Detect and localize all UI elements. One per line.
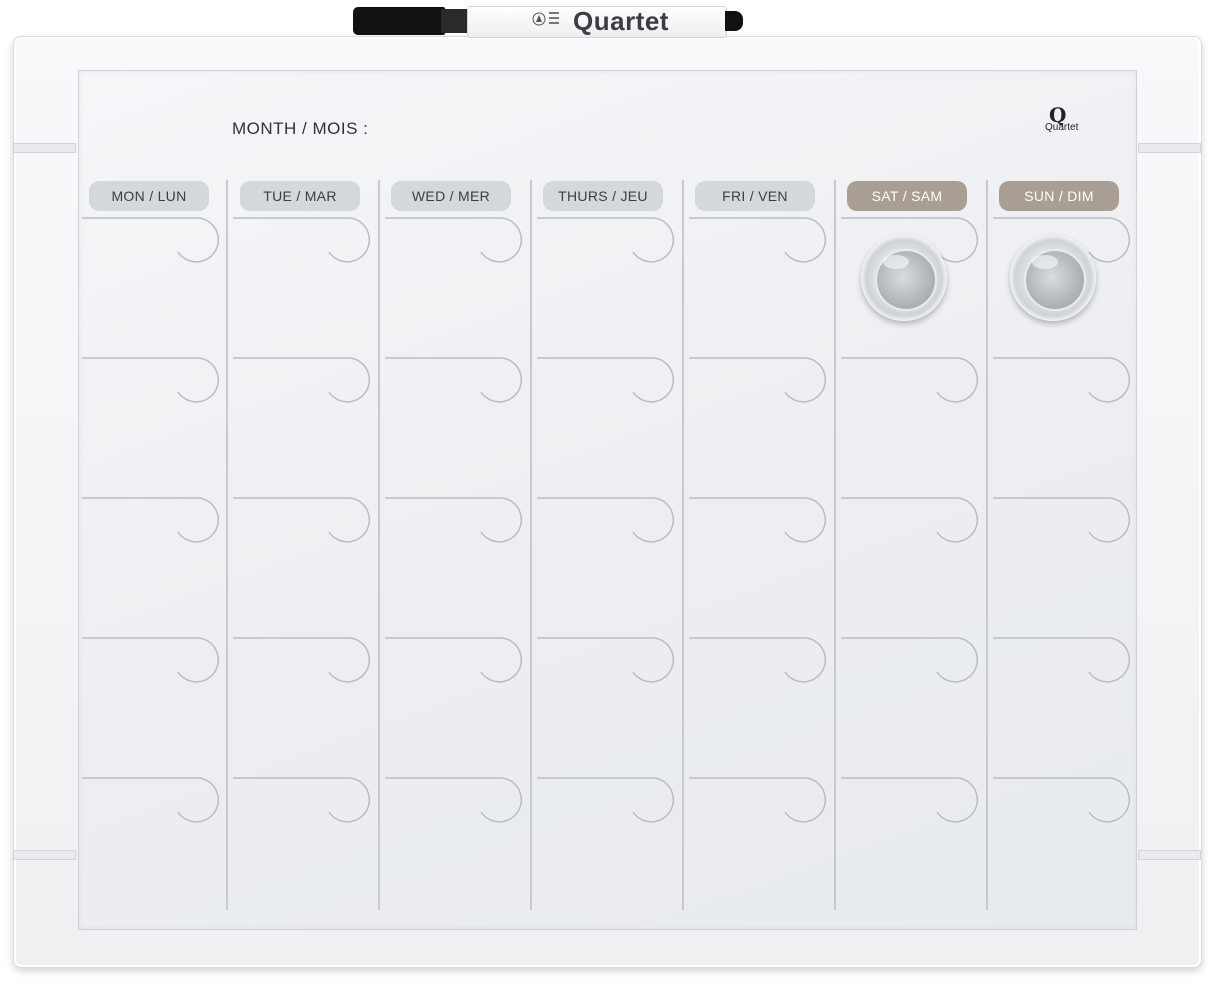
- day-cell-curl: [993, 497, 1131, 543]
- day-header-3: WED / MER: [391, 181, 511, 211]
- quartet-logo-text: Quartet: [1045, 122, 1079, 133]
- day-cell-curl: [993, 777, 1131, 823]
- day-header-2: TUE / MAR: [240, 181, 360, 211]
- day-cell-curl: [537, 777, 675, 823]
- day-cell-curl: [537, 217, 675, 263]
- day-cell-curl: [537, 637, 675, 683]
- day-cell-curl: [689, 357, 827, 403]
- day-header-1: MON / LUN: [89, 181, 209, 211]
- day-cell-curl: [841, 777, 979, 823]
- day-cell-curl: [537, 357, 675, 403]
- day-cell-curl: [82, 777, 220, 823]
- marker-cap: [353, 7, 445, 35]
- day-cell-curl: [233, 497, 371, 543]
- dry-erase-marker[interactable]: Quartet: [353, 3, 743, 38]
- day-header-5: FRI / VEN: [695, 181, 815, 211]
- day-cell-curl: [993, 357, 1131, 403]
- marker-print-icon: [532, 12, 559, 26]
- day-cell-curl: [841, 637, 979, 683]
- day-cell-curl: [82, 357, 220, 403]
- day-cell-curl: [82, 497, 220, 543]
- day-cell-curl: [233, 217, 371, 263]
- day-cell-curl: [233, 637, 371, 683]
- day-header-7: SUN / DIM: [999, 181, 1119, 211]
- magnet-sat[interactable]: [861, 235, 947, 321]
- month-label: MONTH / MOIS :: [232, 119, 369, 138]
- magnet-shine: [883, 255, 909, 269]
- day-cell-curl: [233, 357, 371, 403]
- magnet-shine: [1032, 255, 1058, 269]
- day-header-6: SAT / SAM: [847, 181, 967, 211]
- day-cell-curl: [82, 637, 220, 683]
- day-cell-curl: [385, 777, 523, 823]
- day-cell-curl: [82, 217, 220, 263]
- calendar-grid: [82, 180, 1131, 910]
- quartet-logo: Q Quartet: [1043, 103, 1095, 135]
- marker-band: [441, 9, 469, 33]
- day-cell-curl: [537, 497, 675, 543]
- marker-brand-text: Quartet: [573, 6, 669, 36]
- day-cell-curl: [993, 637, 1131, 683]
- day-cell-curl: [689, 637, 827, 683]
- magnet-sun[interactable]: [1010, 235, 1096, 321]
- day-cell-curl: [689, 217, 827, 263]
- day-cell-curl: [841, 357, 979, 403]
- day-cell-curl: [385, 637, 523, 683]
- day-cell-curl: [385, 357, 523, 403]
- marker-tip: [725, 11, 743, 31]
- day-cell-curl: [385, 217, 523, 263]
- day-cell-curl: [233, 777, 371, 823]
- day-cell-curl: [689, 497, 827, 543]
- day-cell-curl: [689, 777, 827, 823]
- day-header-4: THURS / JEU: [543, 181, 663, 211]
- day-cell-curl: [385, 497, 523, 543]
- day-cell-curl: [841, 497, 979, 543]
